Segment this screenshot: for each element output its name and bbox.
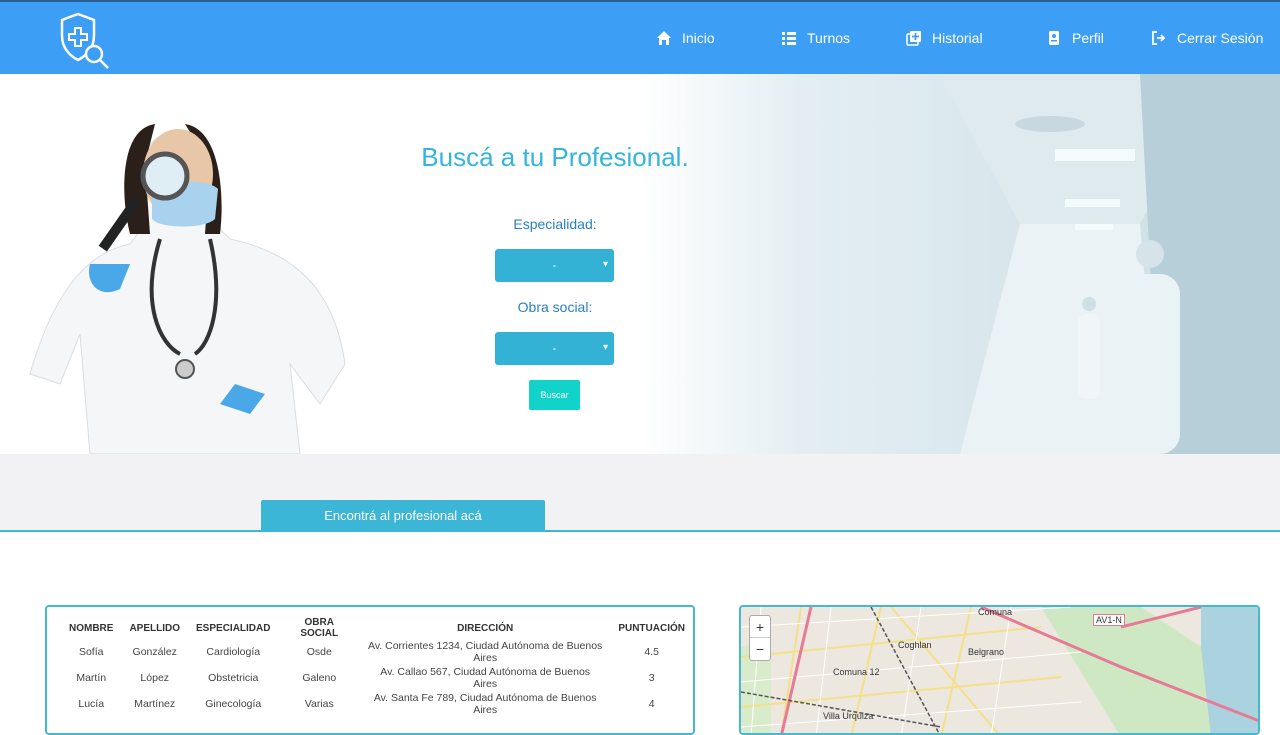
id-card-icon	[1049, 31, 1059, 45]
table-row[interactable]: Sofía González Cardiología Osde Av. Corr…	[61, 639, 693, 665]
hospital-hallway-image	[640, 74, 1280, 454]
buscar-button[interactable]: Buscar	[529, 380, 580, 410]
cell-apellido: González	[132, 646, 177, 658]
nav-historial[interactable]: Historial	[906, 28, 983, 48]
column-header: NOMBRE	[69, 622, 114, 634]
nav-cerrar-sesion[interactable]: Cerrar Sesión	[1151, 28, 1263, 48]
column-header: PUNTUACIÓN	[618, 622, 685, 634]
map-label: Belgrano	[968, 647, 1005, 657]
tab-encontra-profesional[interactable]: Encontrá al profesional acá	[261, 500, 545, 531]
cell-obra-social: Varias	[304, 698, 334, 710]
zoom-out-button[interactable]: −	[750, 638, 770, 660]
cell-obra-social: Osde	[306, 646, 332, 658]
cell-direccion: Av. Callao 567, Ciudad Autónoma de Bueno…	[380, 666, 591, 690]
professionals-table-card: NOMBRE APELLIDO ESPECIALIDAD OBRA SOCIAL…	[45, 605, 695, 735]
nav-label: Cerrar Sesión	[1177, 30, 1264, 46]
table-row[interactable]: Lucía Martínez Ginecología Varias Av. Sa…	[61, 691, 693, 717]
cell-especialidad: Ginecología	[205, 698, 262, 710]
navbar: Inicio Turnos Historial Perfil Cerrar Se…	[0, 0, 1280, 74]
nav-perfil[interactable]: Perfil	[1046, 28, 1104, 48]
obra-social-label: Obra social:	[517, 299, 593, 315]
hero-title: Buscá a tu Profesional.	[421, 142, 689, 172]
logout-icon	[1152, 31, 1166, 45]
nav-label: Perfil	[1072, 30, 1104, 46]
chevron-down-icon: ▾	[602, 259, 608, 270]
cell-apellido: Martínez	[134, 698, 176, 710]
doctor-with-magnifier-image	[29, 124, 346, 454]
cell-direccion: Av. Corrientes 1234, Ciudad Autónoma de …	[368, 640, 603, 664]
column-header: APELLIDO	[129, 622, 181, 634]
home-icon	[657, 31, 671, 45]
cell-nombre: Martín	[76, 672, 107, 684]
cell-puntuacion: 4.5	[644, 646, 659, 658]
nav-turnos[interactable]: Turnos	[781, 28, 850, 48]
map-road-badge: AV1-N	[1093, 614, 1125, 626]
cell-puntuacion: 3	[648, 672, 655, 684]
shield-search-icon[interactable]	[56, 10, 112, 70]
list-icon	[782, 32, 796, 45]
select-value: -	[552, 342, 557, 355]
cell-puntuacion: 4	[648, 698, 655, 710]
hero-section: Buscá a tu Profesional. Especialidad: - …	[0, 74, 1280, 454]
map-label: Comuna	[978, 607, 1013, 617]
especialidad-label: Especialidad:	[513, 216, 597, 232]
nav-label: Turnos	[807, 30, 851, 46]
nav-inicio[interactable]: Inicio	[656, 28, 715, 48]
nav-label: Historial	[932, 30, 983, 46]
cell-especialidad: Cardiología	[206, 646, 261, 658]
cell-nombre: Sofía	[78, 646, 104, 658]
cell-apellido: López	[140, 672, 170, 684]
results-tab-strip: Encontrá al profesional acá	[0, 454, 1280, 532]
zoom-control: + −	[749, 615, 771, 661]
map-label: Comuna 12	[833, 667, 880, 677]
obra-social-select[interactable]: - ▾	[495, 332, 614, 365]
column-header: OBRA SOCIAL	[300, 617, 339, 639]
especialidad-select[interactable]: - ▾	[495, 249, 614, 282]
column-header: DIRECCIÓN	[457, 622, 514, 634]
table-row[interactable]: Martín López Obstetricia Galeno Av. Call…	[61, 665, 693, 691]
cell-direccion: Av. Santa Fe 789, Ciudad Autónoma de Bue…	[373, 692, 597, 716]
cell-obra-social: Galeno	[302, 672, 337, 684]
map-widget[interactable]: + − Coghlan Belgrano Comuna 12 Villa Urq…	[739, 605, 1260, 735]
nav-label: Inicio	[682, 30, 715, 46]
history-icon	[906, 31, 921, 46]
column-header: ESPECIALIDAD	[196, 622, 271, 634]
cell-especialidad: Obstetricia	[208, 672, 259, 684]
map-label: Coghlan	[898, 640, 932, 650]
cell-nombre: Lucía	[78, 698, 105, 710]
professionals-table: NOMBRE APELLIDO ESPECIALIDAD OBRA SOCIAL…	[61, 617, 693, 717]
table-header-row: NOMBRE APELLIDO ESPECIALIDAD OBRA SOCIAL…	[61, 617, 693, 639]
zoom-in-button[interactable]: +	[750, 616, 770, 638]
select-value: -	[552, 259, 557, 272]
map-tiles[interactable]	[741, 607, 1260, 735]
chevron-down-icon: ▾	[602, 342, 608, 353]
